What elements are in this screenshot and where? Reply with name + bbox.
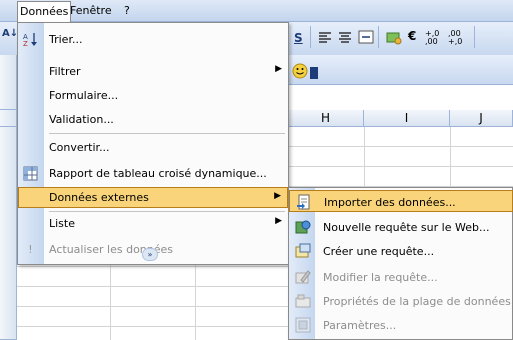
refresh-icon: ! <box>28 243 33 256</box>
new-query-icon <box>295 243 311 259</box>
grid-line <box>110 265 111 340</box>
menu-fenetre[interactable]: Fenêtre <box>70 4 112 17</box>
menu-item-liste[interactable]: Liste ▶ <box>18 213 288 234</box>
submenu-item-importer[interactable]: Importer des données... <box>289 190 513 212</box>
submenu-item-modifier-requete: Modifier la requête... <box>289 266 513 288</box>
expand-menu-chevron-icon[interactable]: » <box>142 248 158 261</box>
menu-item-donnees-externes[interactable]: Données externes ▶ <box>18 187 288 208</box>
formatting-toolbar: S € +,0 ,00 ,00 +,0 <box>288 22 513 55</box>
toolbar-options-icon[interactable] <box>310 67 318 79</box>
range-properties-icon <box>295 293 311 309</box>
row-header-top <box>0 55 17 110</box>
submenu-item-label: Créer une requête... <box>323 245 435 258</box>
menu-item-formulaire[interactable]: Formulaire... <box>18 85 288 106</box>
merge-center-icon[interactable] <box>358 30 374 47</box>
menu-separator <box>49 133 285 134</box>
menu-item-label: Convertir... <box>49 141 110 154</box>
sort-ascending-icon[interactable]: A↓ <box>2 28 18 39</box>
currency-format-icon[interactable] <box>386 30 402 48</box>
submenu-item-label: Paramètres... <box>323 319 397 332</box>
menu-separator <box>49 211 285 212</box>
menu-item-label: Filtrer <box>49 65 81 78</box>
submenu-item-label: Modifier la requête... <box>323 271 438 284</box>
donnees-externes-submenu: Importer des données... Nouvelle requête… <box>288 187 513 340</box>
menu-item-label: Validation... <box>49 113 114 126</box>
sort-icon: AZ <box>23 32 38 48</box>
menu-item-label: Trier... <box>49 33 83 46</box>
submenu-item-parametres: Paramètres... <box>289 314 513 336</box>
toolbar-separator <box>474 26 475 48</box>
toolbar-left-sliver: A↓ <box>0 22 18 55</box>
align-center-icon[interactable] <box>338 30 352 47</box>
secondary-toolbar <box>288 55 513 85</box>
smiley-icon[interactable] <box>292 63 308 82</box>
menu-item-convertir[interactable]: Convertir... <box>18 137 288 158</box>
euro-icon[interactable]: € <box>408 29 416 43</box>
menu-item-label: Formulaire... <box>49 89 119 102</box>
import-data-icon <box>296 194 312 210</box>
submenu-arrow-icon: ▶ <box>275 64 282 74</box>
column-header-i[interactable]: I <box>364 110 450 127</box>
submenu-item-label: Propriétés de la plage de données... <box>323 295 513 308</box>
column-header-j[interactable]: J <box>450 110 513 127</box>
toolbar-separator <box>310 26 311 48</box>
parameters-icon <box>295 317 311 333</box>
column-header-h[interactable]: H <box>288 110 364 127</box>
menu-item-trier[interactable]: AZ Trier... <box>18 29 288 50</box>
menu-donnees-label: Données <box>20 5 69 18</box>
pivot-table-icon <box>23 166 38 181</box>
menu-donnees[interactable]: Données <box>17 1 72 23</box>
menu-item-validation[interactable]: Validation... <box>18 109 288 130</box>
menu-item-rapport-tableau-croise[interactable]: Rapport de tableau croisé dynamique... <box>18 163 288 184</box>
menu-item-label: Rapport de tableau croisé dynamique... <box>49 167 267 180</box>
add-decimal-icon[interactable]: +,0 ,00 <box>425 30 443 46</box>
grid-line <box>195 265 196 340</box>
menu-item-label: Liste <box>49 217 75 230</box>
toolbar-separator <box>378 26 379 48</box>
submenu-arrow-icon: ▶ <box>275 216 282 226</box>
menu-bar: Données Fenêtre ? <box>0 0 513 23</box>
remove-decimal-icon[interactable]: ,00 +,0 <box>448 30 466 46</box>
submenu-item-label: Nouvelle requête sur le Web... <box>323 221 490 234</box>
svg-text:Z: Z <box>23 40 28 47</box>
menu-item-filtrer[interactable]: Filtrer ▶ <box>18 61 288 82</box>
row-headers <box>0 127 17 340</box>
submenu-item-proprietes-plage: Propriétés de la plage de données... <box>289 290 513 312</box>
donnees-menu: AZ Trier... Filtrer ▶ Formulaire... Vali… <box>17 22 289 265</box>
submenu-item-requete-web[interactable]: Nouvelle requête sur le Web... <box>289 216 513 238</box>
submenu-item-creer-requete[interactable]: Créer une requête... <box>289 240 513 262</box>
align-left-icon[interactable] <box>318 30 332 47</box>
menu-item-label: Données externes <box>49 191 149 204</box>
web-query-icon <box>295 219 311 235</box>
submenu-arrow-icon: ▶ <box>274 191 281 201</box>
select-all-corner[interactable] <box>0 110 17 127</box>
underline-button[interactable]: S <box>294 31 303 45</box>
edit-query-icon <box>295 269 311 285</box>
menu-aide[interactable]: ? <box>124 4 130 17</box>
submenu-item-label: Importer des données... <box>324 196 456 209</box>
